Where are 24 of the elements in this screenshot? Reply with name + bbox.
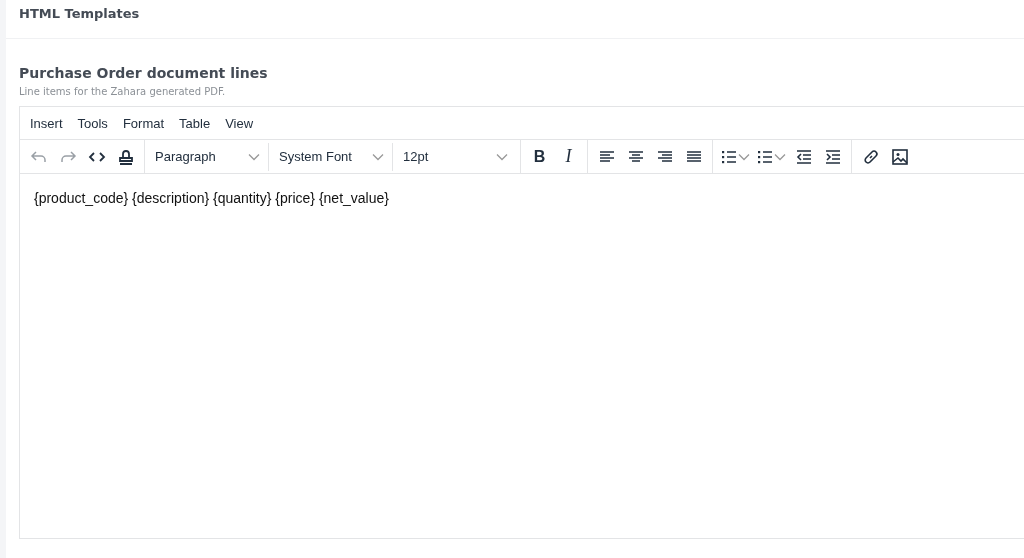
menu-item[interactable]: Insert: [30, 115, 63, 131]
image-icon: [890, 147, 909, 166]
menu-item[interactable]: View: [225, 115, 254, 131]
caret-icon: [774, 152, 786, 161]
chevron-down-icon: [372, 152, 384, 161]
bold-button[interactable]: B: [525, 142, 554, 171]
menu-item[interactable]: Table: [179, 115, 211, 131]
indent-icon: [823, 147, 842, 166]
chevron-down-icon: [496, 152, 508, 161]
stamp-icon: [116, 147, 135, 166]
menu-item[interactable]: Format: [122, 115, 165, 131]
dropdown-select[interactable]: 12pt: [397, 142, 516, 171]
editor-text[interactable]: {product_code} {description} {quantity} {price} {net_value}: [34, 190, 1010, 206]
page-title: HTML Templates: [19, 6, 140, 21]
dropdown-select[interactable]: Paragraph: [149, 142, 269, 171]
italic-button[interactable]: I: [554, 142, 583, 171]
chevron-down-icon: [248, 152, 260, 161]
outdent-icon: [794, 147, 813, 166]
menu-item[interactable]: Tools: [77, 115, 108, 131]
caret-icon: [738, 152, 750, 161]
link-icon: [861, 147, 880, 166]
dropdown-select[interactable]: System Font: [273, 142, 393, 171]
section-title: Purchase Order document lines: [19, 65, 269, 81]
section-description: Line items for the Zahara generated PDF.: [19, 86, 227, 97]
